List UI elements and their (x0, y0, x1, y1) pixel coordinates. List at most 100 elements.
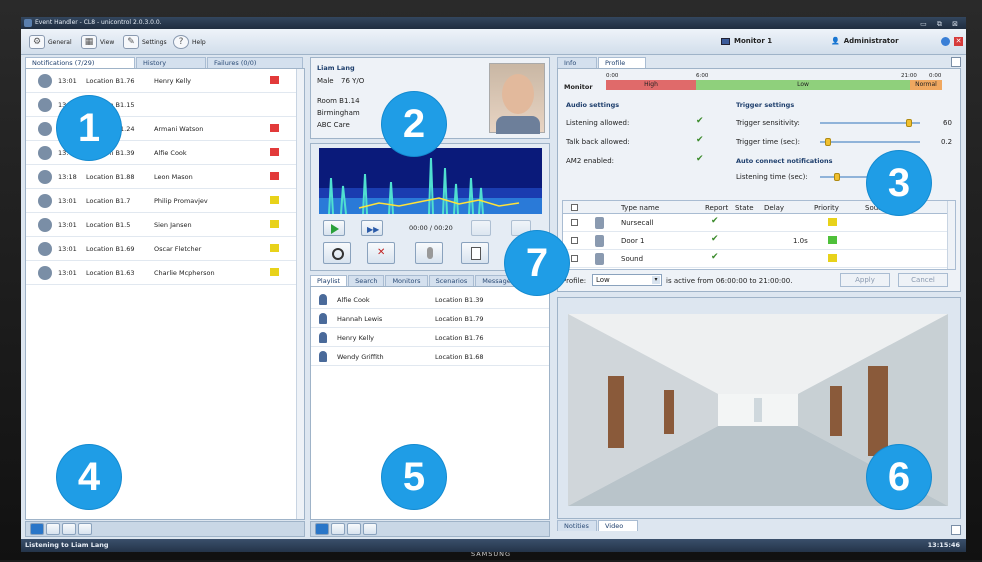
checkmark-icon[interactable]: ✔ (711, 216, 719, 226)
slider-handle[interactable] (906, 119, 913, 127)
notification-name: Leon Mason (154, 173, 193, 181)
col-type-name[interactable]: Type name (621, 204, 659, 212)
tab-history[interactable]: History (136, 57, 206, 68)
tab-playlist[interactable]: Playlist (310, 275, 348, 286)
checkmark-icon[interactable]: ✔ (696, 154, 704, 164)
playlist-row[interactable]: Hannah Lewis Location B1.79 (311, 310, 549, 328)
notification-tabs: Notifications (7/29) History Failures (0… (25, 57, 304, 68)
type-row[interactable]: Door 1 ✔ 1.0s (563, 232, 949, 250)
tab-notifications[interactable]: Notifications (7/29) (25, 57, 135, 68)
document-button[interactable] (471, 220, 491, 236)
tab-profile[interactable]: Profile (598, 57, 646, 68)
person-icon (319, 351, 327, 362)
type-icon (595, 253, 604, 265)
flag-icon (270, 220, 279, 228)
type-row[interactable]: Nursecall ✔ (563, 214, 949, 232)
col-priority[interactable]: Priority (814, 204, 839, 212)
row-checkbox[interactable] (571, 219, 578, 226)
col-report[interactable]: Report (705, 204, 728, 212)
tab-video[interactable]: Video (598, 520, 638, 531)
maximize-icon[interactable] (951, 57, 961, 67)
flag-icon[interactable] (828, 254, 837, 262)
notification-location: Location B1.7 (86, 197, 131, 205)
rewind-icon[interactable] (62, 523, 76, 535)
monitor-title: Monitor (564, 83, 593, 91)
row-checkbox[interactable] (571, 255, 578, 262)
trigger-sensitivity-slider[interactable] (820, 119, 920, 127)
checkmark-icon[interactable]: ✔ (696, 116, 704, 126)
type-table-scrollbar[interactable] (947, 201, 955, 269)
tab-info[interactable]: Info (557, 57, 597, 68)
stop-icon[interactable] (331, 523, 345, 535)
user-indicator[interactable]: 👤 Administrator (831, 37, 899, 45)
person-age: 76 Y/O (341, 77, 365, 85)
apply-button[interactable]: Apply (840, 273, 890, 287)
tab-monitors[interactable]: Monitors (385, 275, 428, 286)
cancel-button[interactable]: Cancel (898, 273, 948, 287)
alert-icon (38, 122, 52, 136)
slider-handle[interactable] (824, 138, 831, 146)
info-icon[interactable] (941, 37, 950, 46)
checkmark-icon[interactable]: ✔ (696, 135, 704, 145)
alert-icon (38, 194, 52, 208)
row-checkbox[interactable] (571, 237, 578, 244)
playlist-row[interactable]: Henry Kelly Location B1.76 (311, 329, 549, 347)
notification-scrollbar[interactable] (296, 69, 304, 519)
col-delay[interactable]: Delay (764, 204, 784, 212)
audio-talkback-label: Talk back allowed: (566, 138, 630, 146)
wrench-icon: ✎ (123, 35, 139, 49)
stop-icon[interactable] (46, 523, 60, 535)
timeline-6: 6:00 (696, 73, 709, 79)
slider-handle[interactable] (834, 173, 841, 181)
flag-icon[interactable] (828, 236, 837, 244)
flag-icon[interactable] (828, 218, 837, 226)
listen-button[interactable] (323, 242, 351, 264)
monitor-indicator[interactable]: Monitor 1 (721, 37, 772, 45)
menu-settings[interactable]: ✎ Settings (123, 34, 167, 50)
tab-notities[interactable]: Notities (557, 520, 597, 531)
spectrogram-graphic (319, 157, 542, 214)
col-state[interactable]: State (735, 204, 754, 212)
notification-row[interactable]: 13:01 Location B1.69 Oscar Fletcher (26, 237, 304, 261)
maximize-icon[interactable] (951, 525, 961, 535)
rewind-icon[interactable] (347, 523, 361, 535)
playlist-location: Location B1.79 (435, 315, 484, 323)
tab-scenarios[interactable]: Scenarios (428, 275, 475, 286)
notification-time: 13:01 (58, 197, 77, 205)
menu-help[interactable]: ? Help (173, 34, 206, 50)
playlist-row[interactable]: Alfie Cook Location B1.39 (311, 291, 549, 309)
checkmark-icon[interactable]: ✔ (711, 252, 719, 262)
notification-row[interactable]: 13:01 Location B1.76 Henry Kelly (26, 69, 304, 93)
select-all-checkbox[interactable] (571, 204, 578, 211)
playlist-row[interactable]: Wendy Griffith Location B1.68 (311, 348, 549, 366)
notification-row[interactable]: 13:01 Location B1.5 Sien Jansen (26, 213, 304, 237)
menu-general[interactable]: ⚙ General (29, 34, 72, 50)
forward-icon[interactable] (78, 523, 92, 535)
menu-view[interactable]: ▦ View (81, 34, 114, 50)
segment-high[interactable]: High (606, 80, 696, 90)
play-icon[interactable] (30, 523, 44, 535)
notification-row[interactable]: 13:01 Location B1.63 Charlie Mcpherson (26, 261, 304, 285)
microphone-button[interactable] (415, 242, 443, 264)
segment-low[interactable]: Low (696, 80, 910, 90)
tab-search[interactable]: Search (348, 275, 385, 286)
close-icon[interactable]: ✕ (954, 37, 963, 46)
list-add-button[interactable] (461, 242, 489, 264)
alert-icon (38, 74, 52, 88)
trigger-time-slider[interactable] (820, 138, 920, 146)
checkmark-icon[interactable]: ✔ (711, 234, 719, 244)
type-row[interactable]: Sound ✔ (563, 250, 949, 268)
notification-row[interactable]: 13:01 Location B1.7 Philip Promavjev (26, 189, 304, 213)
tab-failures[interactable]: Failures (0/0) (207, 57, 303, 68)
notification-row[interactable]: 13:18 Location B1.88 Leon Mason (26, 165, 304, 189)
forward-icon[interactable] (363, 523, 377, 535)
remove-user-button[interactable]: ✕ (367, 242, 395, 264)
profile-select[interactable]: Low ▾ (592, 274, 662, 286)
segment-normal[interactable]: Normal (910, 80, 942, 90)
play-icon[interactable] (315, 523, 329, 535)
profile-active-text: is active from 06:00:00 to 21:00:00. (666, 277, 793, 285)
listening-time-label: Listening time (sec): (736, 173, 808, 181)
menu-general-label: General (48, 38, 72, 46)
fast-forward-button[interactable]: ▶▶ (361, 220, 383, 236)
play-button[interactable] (323, 220, 345, 236)
